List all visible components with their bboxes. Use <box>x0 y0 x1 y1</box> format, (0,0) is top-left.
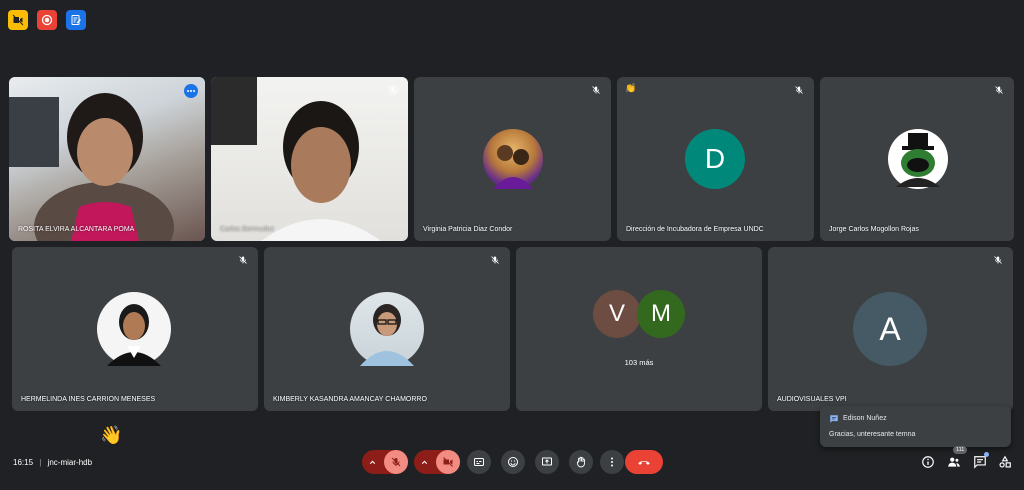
notes-badge[interactable] <box>66 10 86 30</box>
participant-name: AUDIOVISUALES VPI <box>777 396 847 403</box>
camera-toggle-button[interactable] <box>436 450 460 474</box>
raise-hand-button[interactable] <box>569 450 593 474</box>
participant-letter-avatar: M <box>637 290 685 338</box>
clap-reaction: 👏 <box>625 83 637 93</box>
mic-off-icon <box>994 256 1002 264</box>
participant-photo-avatar <box>350 292 424 366</box>
participant-tile-direccion[interactable]: 👏 D Dirección de Incubadora de Empresa U… <box>617 77 814 241</box>
participant-tile-carlos[interactable]: Carlos Bermudez <box>211 77 408 241</box>
chat-message: Gracias, unteresante temna <box>829 431 916 438</box>
mic-off-icon <box>995 86 1003 94</box>
present-icon <box>542 457 552 466</box>
mic-control <box>362 450 408 474</box>
activities-button[interactable] <box>997 454 1013 470</box>
more-options-button[interactable] <box>600 450 624 474</box>
participant-tile-kimberly[interactable]: KIMBERLY KASANDRA AMANCAY CHAMORRO <box>264 247 510 411</box>
participant-tile-audiovisuales[interactable]: A AUDIOVISUALES VPI <box>768 247 1013 411</box>
participants-count-badge: 111 <box>953 446 968 454</box>
chat-unread-dot <box>984 452 989 457</box>
mic-off-icon <box>795 86 803 94</box>
more-horizontal-icon <box>187 90 195 92</box>
more-options-button[interactable] <box>184 84 198 98</box>
participant-name: ROSITA ELVIRA ALCANTARA POMA <box>18 226 135 233</box>
present-screen-button[interactable] <box>535 450 559 474</box>
clock: 16:15 | jnc-miar-hdb <box>13 458 92 467</box>
participant-name: Dirección de Incubadora de Empresa UNDC <box>626 226 764 233</box>
mic-off-icon <box>391 457 401 467</box>
participant-letter-avatar: A <box>853 292 927 366</box>
notes-icon <box>71 15 81 25</box>
emoji-icon <box>508 457 518 467</box>
camera-off-badge[interactable] <box>8 10 28 30</box>
participant-tile-hermelinda[interactable]: HERMELINDA INES CARRION MENESES <box>12 247 258 411</box>
meeting-code: jnc-miar-hdb <box>47 458 93 467</box>
chat-sender: Edison Nuñez <box>843 415 887 422</box>
chat-notification[interactable]: Edison Nuñez Gracias, unteresante temna <box>820 406 1011 447</box>
record-icon <box>41 14 53 26</box>
participant-name: Jorge Carlos Mogollon Rojas <box>829 226 919 233</box>
participant-video <box>9 77 205 241</box>
camera-control <box>414 450 460 474</box>
participant-name: KIMBERLY KASANDRA AMANCAY CHAMORRO <box>273 396 427 403</box>
captions-icon <box>474 458 484 466</box>
mic-off-icon <box>592 86 600 94</box>
info-icon <box>922 456 934 468</box>
participant-letter-avatar: D <box>685 129 745 189</box>
avatar-letter: A <box>879 310 901 347</box>
chat-button[interactable] <box>972 452 989 470</box>
participant-name: HERMELINDA INES CARRION MENESES <box>21 396 156 403</box>
captions-button[interactable] <box>467 450 491 474</box>
participant-photo-avatar <box>888 129 948 189</box>
avatar-letter: M <box>651 300 671 327</box>
chat-icon <box>830 415 838 423</box>
participant-photo-avatar <box>483 129 543 189</box>
video-off-icon <box>12 14 24 26</box>
participant-tile-rosita[interactable]: ROSITA ELVIRA ALCANTARA POMA <box>9 77 205 241</box>
bottom-toolbar: 16:15 | jnc-miar-hdb 111 <box>0 442 1024 490</box>
more-participants-count: 103 más <box>624 358 654 367</box>
participant-name: Virginia Patricia Diaz Condor <box>423 226 513 233</box>
chevron-up-icon[interactable] <box>368 458 377 467</box>
participants-button[interactable]: 111 <box>946 446 968 470</box>
mic-toggle-button[interactable] <box>384 450 408 474</box>
clock-time: 16:15 <box>13 458 34 467</box>
participant-video <box>211 77 408 241</box>
emoji-button[interactable] <box>501 450 525 474</box>
participant-photo-avatar <box>97 292 171 366</box>
meeting-info-button[interactable] <box>920 454 936 470</box>
leave-call-button[interactable] <box>625 450 663 474</box>
participant-name: Carlos Bermudez <box>220 226 275 233</box>
hang-up-icon <box>638 460 650 465</box>
mic-off-icon <box>239 256 247 264</box>
mic-off-icon <box>387 84 399 96</box>
video-off-icon <box>443 457 453 467</box>
participant-tile-more[interactable]: V M 103 más <box>516 247 762 411</box>
participant-tile-jorge[interactable]: Jorge Carlos Mogollon Rojas <box>820 77 1014 241</box>
recording-badge[interactable] <box>37 10 57 30</box>
people-icon <box>948 457 960 467</box>
more-vertical-icon <box>611 457 613 467</box>
activities-icon <box>999 455 1011 468</box>
separator: | <box>39 458 42 467</box>
chevron-up-icon[interactable] <box>420 458 429 467</box>
participant-letter-avatar: V <box>593 290 641 338</box>
chat-icon <box>974 456 986 469</box>
hand-icon <box>577 456 585 468</box>
participant-tile-virginia[interactable]: Virginia Patricia Diaz Condor <box>414 77 611 241</box>
mic-off-icon <box>491 256 499 264</box>
avatar-letter: V <box>608 300 625 327</box>
avatar-letter: D <box>704 143 726 174</box>
